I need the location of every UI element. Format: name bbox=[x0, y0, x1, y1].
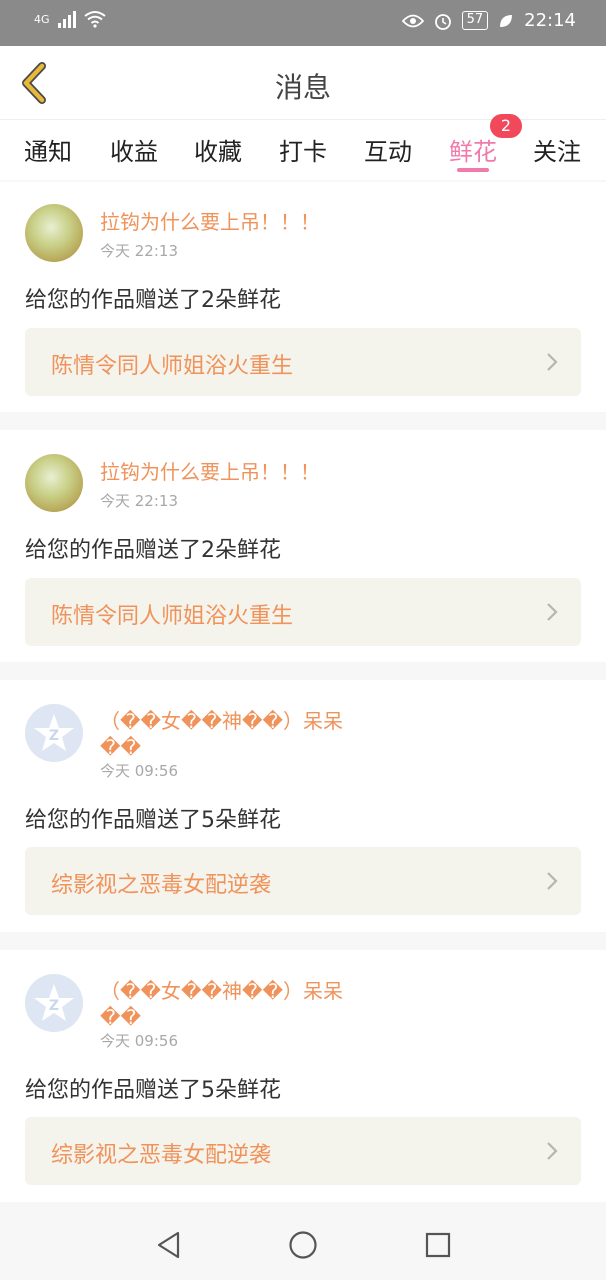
alarm-icon bbox=[434, 13, 451, 30]
avatar[interactable]: Z bbox=[25, 704, 83, 762]
sender-name[interactable]: （��女��神��）呆呆�� bbox=[100, 708, 360, 760]
chevron-right-icon bbox=[547, 1142, 558, 1160]
sender-name[interactable]: 拉钩为什么要上吊！！！ bbox=[100, 459, 360, 485]
message-time: 今天 09:56 bbox=[100, 1032, 178, 1050]
avatar[interactable] bbox=[25, 204, 83, 262]
status-time: 22:14 bbox=[524, 10, 576, 31]
svg-text:Z: Z bbox=[49, 728, 59, 744]
work-link[interactable]: 综影视之恶毒女配逆袭 bbox=[25, 847, 581, 915]
tab-favorites[interactable]: 收藏 bbox=[194, 132, 242, 167]
work-link[interactable]: 综影视之恶毒女配逆袭 bbox=[25, 1117, 581, 1185]
header: 消息 bbox=[0, 46, 606, 120]
work-link[interactable]: 陈情令同人师姐浴火重生 bbox=[25, 328, 581, 396]
tab-checkin[interactable]: 打卡 bbox=[279, 132, 327, 167]
active-tab-indicator bbox=[457, 168, 489, 172]
status-bar: 4G 57 22:14 bbox=[0, 0, 606, 46]
tab-earnings[interactable]: 收益 bbox=[110, 132, 158, 167]
back-triangle-icon[interactable] bbox=[154, 1230, 184, 1260]
message-time: 今天 09:56 bbox=[100, 762, 178, 780]
tab-notice[interactable]: 通知 bbox=[24, 132, 72, 167]
home-circle-icon[interactable] bbox=[288, 1230, 318, 1260]
message-text: 给您的作品赠送了5朵鲜花 bbox=[25, 808, 281, 833]
chevron-right-icon bbox=[547, 603, 558, 621]
work-link[interactable]: 陈情令同人师姐浴火重生 bbox=[25, 578, 581, 646]
message-text: 给您的作品赠送了5朵鲜花 bbox=[25, 1078, 281, 1103]
sender-name[interactable]: 拉钩为什么要上吊！！！ bbox=[100, 209, 360, 235]
status-right: 57 22:14 bbox=[401, 10, 576, 31]
battery-level: 57 bbox=[466, 12, 484, 27]
tab-follow[interactable]: 关注 bbox=[533, 132, 581, 167]
work-title: 综影视之恶毒女配逆袭 bbox=[51, 873, 272, 898]
chevron-right-icon bbox=[547, 353, 558, 371]
message-card: Z （��女��神��）呆呆�� 今天 09:56 给您的作品赠送了5朵鲜花 综… bbox=[0, 950, 606, 1202]
system-nav-bar bbox=[0, 1210, 606, 1280]
message-time: 今天 22:13 bbox=[100, 242, 178, 260]
signal-icon bbox=[57, 10, 76, 28]
tab-flowers-badge: 2 bbox=[490, 114, 522, 138]
message-time: 今天 22:13 bbox=[100, 492, 178, 510]
message-card: 拉钩为什么要上吊！！！ 今天 22:13 给您的作品赠送了2朵鲜花 陈情令同人师… bbox=[0, 182, 606, 412]
leaf-icon bbox=[500, 14, 513, 27]
work-title: 陈情令同人师姐浴火重生 bbox=[51, 604, 294, 629]
wifi-icon bbox=[83, 11, 106, 28]
avatar[interactable] bbox=[25, 454, 83, 512]
message-text: 给您的作品赠送了2朵鲜花 bbox=[25, 288, 281, 313]
default-avatar-icon: Z bbox=[34, 714, 74, 751]
svg-text:Z: Z bbox=[49, 998, 59, 1014]
work-title: 综影视之恶毒女配逆袭 bbox=[51, 1143, 272, 1168]
default-avatar-icon: Z bbox=[34, 984, 74, 1021]
tab-flowers[interactable]: 鲜花 bbox=[449, 132, 497, 167]
network-label: 4G bbox=[34, 12, 50, 26]
page-title: 消息 bbox=[274, 71, 331, 104]
avatar[interactable]: Z bbox=[25, 974, 83, 1032]
recents-square-icon[interactable] bbox=[423, 1230, 453, 1260]
message-card: 拉钩为什么要上吊！！！ 今天 22:13 给您的作品赠送了2朵鲜花 陈情令同人师… bbox=[0, 430, 606, 662]
chevron-right-icon bbox=[547, 872, 558, 890]
status-left: 4G bbox=[34, 10, 106, 28]
sender-name[interactable]: （��女��神��）呆呆�� bbox=[100, 978, 360, 1030]
message-card: Z （��女��神��）呆呆�� 今天 09:56 给您的作品赠送了5朵鲜花 综… bbox=[0, 680, 606, 932]
eye-icon bbox=[401, 14, 424, 27]
tab-interaction[interactable]: 互动 bbox=[364, 132, 412, 167]
message-text: 给您的作品赠送了2朵鲜花 bbox=[25, 538, 281, 563]
app-root: 4G 57 22:14 消息 通知 收益 收藏 打卡 互动 鲜花 关注 2 拉钩… bbox=[0, 0, 606, 1280]
battery-icon: 57 bbox=[461, 11, 489, 30]
work-title: 陈情令同人师姐浴火重生 bbox=[51, 354, 294, 379]
